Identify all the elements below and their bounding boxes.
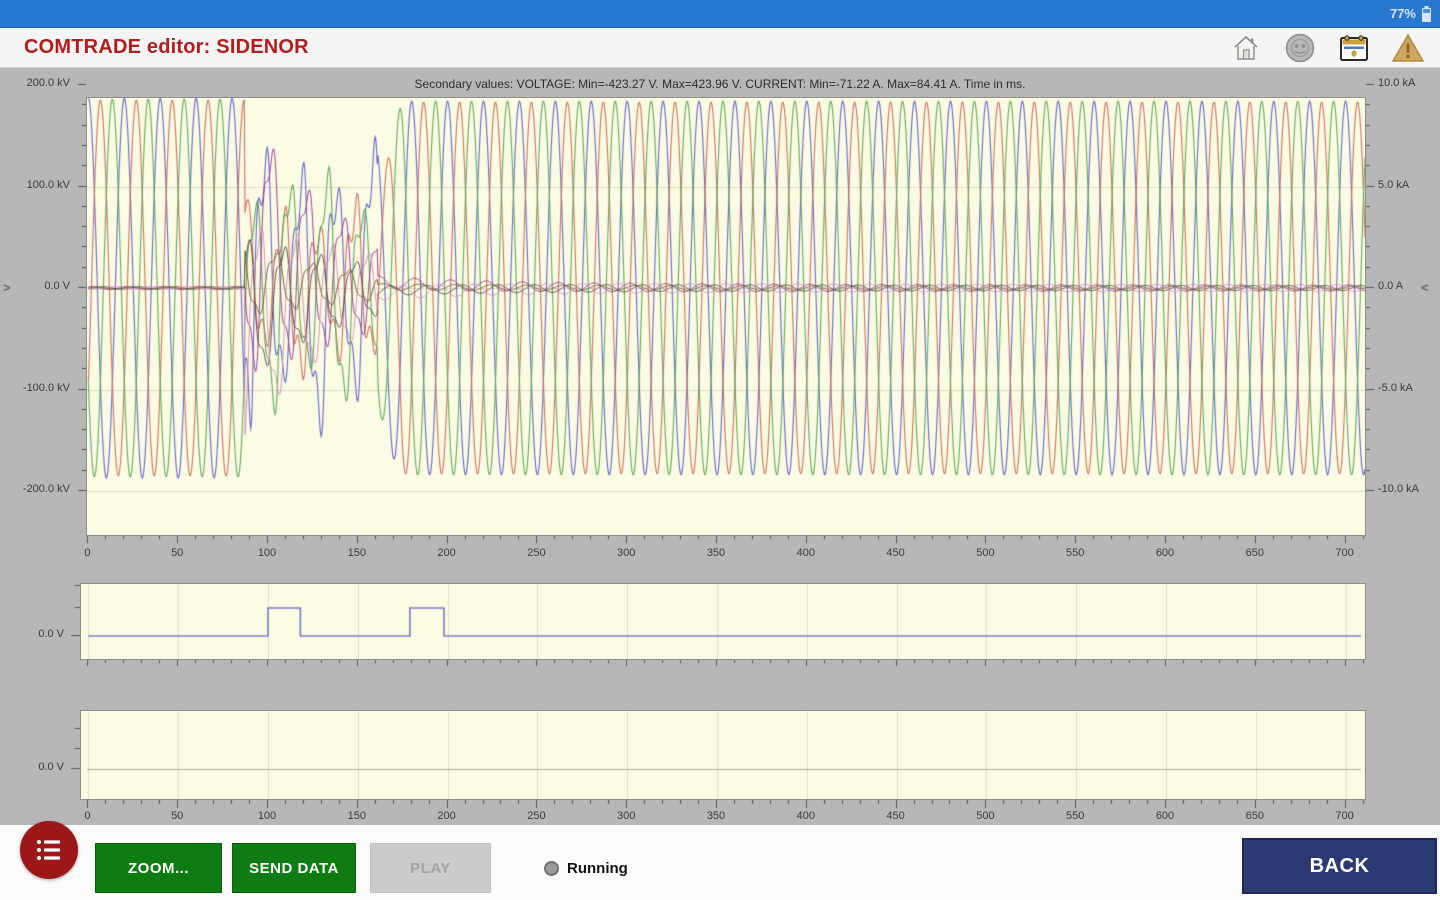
warning-icon[interactable] <box>1390 30 1426 66</box>
app-header: COMTRADE editor: SIDENOR <box>0 28 1440 68</box>
analog-waveform-plot[interactable] <box>86 97 1366 536</box>
status-bar: 77% <box>0 0 1440 28</box>
page-title: COMTRADE editor: SIDENOR <box>24 36 309 59</box>
send-data-button[interactable]: SEND DATA <box>232 843 356 893</box>
running-indicator: Running <box>544 843 628 893</box>
chart-region: Secondary values: VOLTAGE: Min=-423.27 V… <box>0 68 1440 825</box>
bottom-toolbar: ZOOM... SEND DATA PLAY Running BACK <box>0 825 1440 900</box>
disc-icon[interactable] <box>1282 30 1318 66</box>
menu-fab-button[interactable] <box>20 821 78 879</box>
calendar-icon[interactable] <box>1336 30 1372 66</box>
zoom-button[interactable]: ZOOM... <box>95 843 222 893</box>
running-label: Running <box>567 860 628 877</box>
list-icon <box>35 837 63 863</box>
header-icons <box>1228 30 1426 66</box>
back-button[interactable]: BACK <box>1242 838 1437 894</box>
empty-channel-plot[interactable] <box>80 710 1366 800</box>
home-icon[interactable] <box>1228 30 1264 66</box>
battery-percent: 77% <box>1390 6 1416 21</box>
digital-channel-plot[interactable] <box>80 583 1366 660</box>
running-radio-icon[interactable] <box>544 861 559 876</box>
battery-icon <box>1421 5 1432 23</box>
play-button[interactable]: PLAY <box>370 843 491 893</box>
